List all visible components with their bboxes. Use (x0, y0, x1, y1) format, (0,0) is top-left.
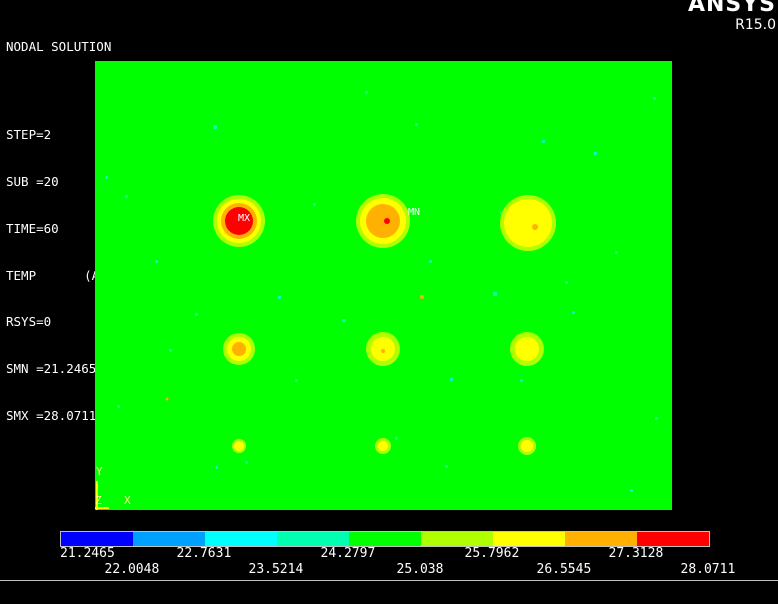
legend-swatch (493, 532, 565, 546)
contour-svg (95, 91, 658, 510)
color-legend-bar (60, 531, 710, 547)
min-marker: MN (408, 207, 421, 218)
bottom-divider (0, 580, 778, 581)
noise-specks (105, 91, 658, 492)
legend-swatch (637, 532, 709, 546)
max-marker: MX (238, 213, 251, 224)
legend-swatch (277, 532, 349, 546)
legend-tick-label: 24.2797 (320, 546, 376, 561)
hotspot-top-middle (356, 194, 410, 248)
y-axis-label: Y (96, 465, 103, 478)
x-axis-label: X (124, 494, 131, 507)
stray-hot-speck (420, 295, 424, 299)
legend-tick-label: 26.5545 (536, 562, 592, 577)
hotspot-bottom-right (518, 437, 536, 455)
legend-tick-label: 25.7962 (464, 546, 520, 561)
hotspot-bottom-middle (375, 438, 391, 454)
hotspot-top-right (500, 195, 556, 251)
legend-swatch (61, 532, 133, 546)
legend-swatch (421, 532, 493, 546)
hotspot-mid-right (510, 332, 544, 366)
legend-swatch (133, 532, 205, 546)
brand-name: ANSYS (687, 0, 776, 17)
legend-tick-label: 28.0711 (680, 562, 736, 577)
brand-version: R15.0 (735, 17, 776, 33)
ansys-brand: ANSYS R15.0 (688, 0, 776, 32)
contour-plot[interactable]: MX MN Y Z X (95, 61, 672, 510)
legend-tick-label: 23.5214 (248, 562, 304, 577)
legend-swatch (205, 532, 277, 546)
hotspot-mid-left (223, 333, 255, 365)
legend-swatch (565, 532, 637, 546)
legend-tick-label: 22.7631 (176, 546, 232, 561)
legend-tick-label: 27.3128 (608, 546, 664, 561)
hotspot-mid-middle (366, 332, 400, 366)
z-axis-label: Z (95, 494, 102, 507)
temp-label: TEMP (6, 267, 37, 283)
solution-title: NODAL SOLUTION (6, 39, 112, 55)
hotspot-bottom-left (232, 439, 246, 453)
stray-hot-speck (165, 397, 169, 401)
legend-tick-label: 21.2465 (60, 546, 115, 561)
legend-tick-label: 22.0048 (104, 562, 160, 577)
legend-swatch (349, 532, 421, 546)
legend-tick-label: 25.038 (396, 562, 444, 577)
